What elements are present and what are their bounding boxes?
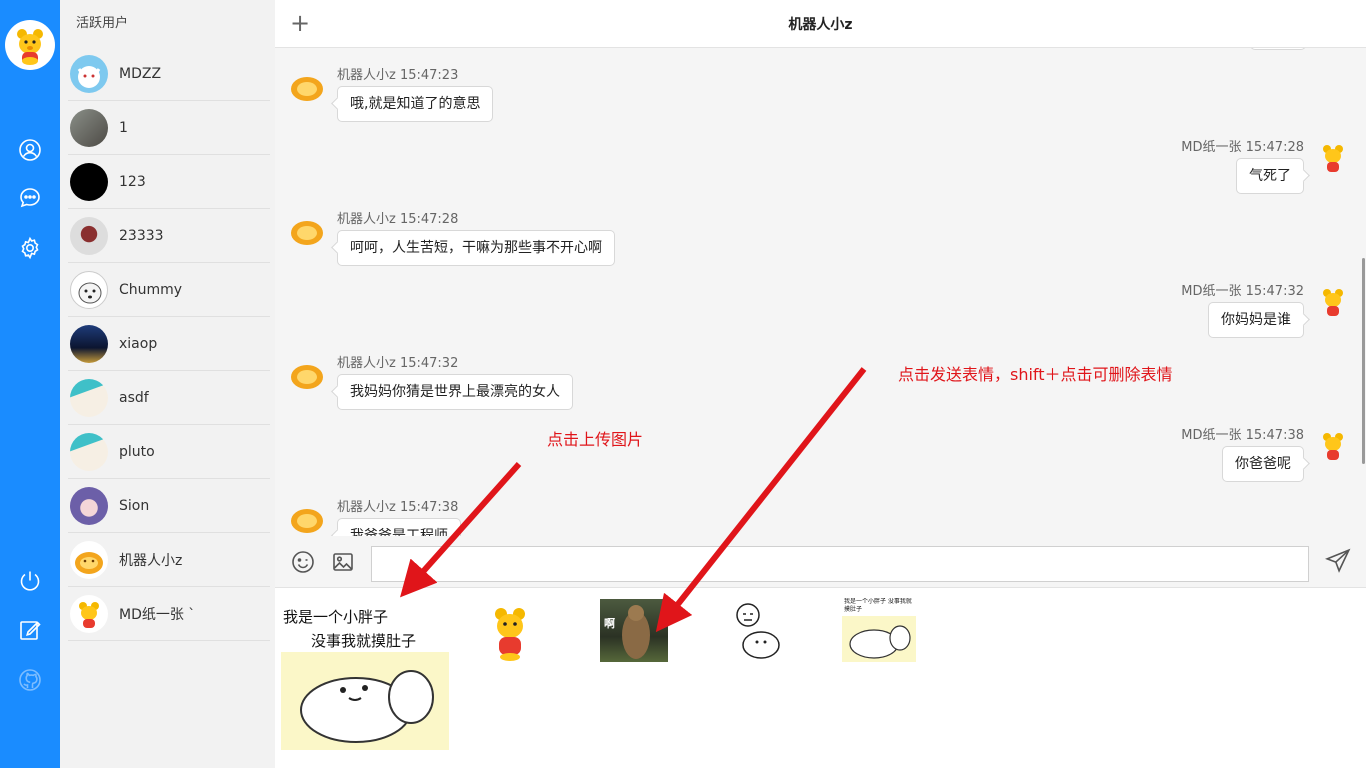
user-name: 123 (119, 173, 146, 190)
avatar (70, 594, 108, 633)
message-input[interactable] (371, 546, 1309, 582)
message-bubble[interactable]: 我爸爸是工程师 (337, 518, 461, 536)
my-avatar[interactable] (5, 20, 55, 70)
user-item-asdf[interactable]: asdf (68, 371, 270, 425)
user-name: asdf (119, 389, 149, 406)
message-bubble[interactable]: 呵呵，人生苦短，干嘛为那些事不开心啊 (337, 230, 615, 266)
power-icon[interactable] (15, 566, 45, 596)
user-item-md[interactable]: MD纸一张 ` (68, 587, 270, 641)
user-avatar (1313, 282, 1353, 322)
message-bubble[interactable]: 气死了 (1236, 158, 1304, 194)
sticker-item[interactable] (490, 604, 530, 662)
user-avatar (1313, 426, 1353, 466)
annotation-upload: 点击上传图片 (547, 430, 644, 449)
message-item: 机器人小z 15:47:38 我爸爸是工程师 (337, 496, 461, 536)
user-item-mdzz[interactable]: MDZZ (68, 47, 270, 101)
message-bubble[interactable]: 你妈妈是谁 (1208, 302, 1304, 338)
avatar (70, 216, 108, 255)
sticker-caption: 没事我就摸肚子 (311, 632, 417, 650)
chat-scrollbar[interactable] (1362, 258, 1365, 464)
annotation-send-emoji: 点击发送表情，shift＋点击可删除表情 (898, 365, 1173, 384)
chat-icon[interactable] (15, 183, 45, 213)
message-item: 机器人小z 15:47:23 哦,就是知道了的意思 (337, 64, 494, 122)
user-name: MD纸一张 ` (119, 606, 196, 623)
user-list-panel: 活跃用户 MDZZ 1 123 23333 Chummy xiaop asdf … (60, 0, 275, 768)
sticker-panel: 我是一个小胖子 没事我就摸肚子 啊 我是一个小胖子 没事我就摸肚子 (275, 588, 1366, 768)
message-meta: MD纸一张 15:47:38 (1181, 428, 1304, 443)
avatar (70, 162, 108, 201)
message-meta: MD纸一张 15:47:28 (1181, 140, 1304, 155)
settings-icon[interactable] (15, 233, 45, 263)
sticker-item[interactable]: 我是一个小胖子 没事我就摸肚子 (281, 602, 449, 750)
sticker-item[interactable]: 我是一个小胖子 没事我就摸肚子 (842, 598, 916, 662)
avatar (70, 432, 108, 471)
message-item: MD纸一张 15:47:32 你妈妈是谁 (1181, 280, 1304, 338)
avatar (70, 324, 108, 363)
chat-header: + 机器人小z (275, 0, 1366, 48)
message-bubble[interactable]: 我妈妈你猜是世界上最漂亮的女人 (337, 374, 573, 410)
message-meta: 机器人小z 15:47:23 (337, 68, 459, 83)
partial-bubble (1250, 48, 1306, 50)
avatar (70, 378, 108, 417)
emoji-icon[interactable] (290, 549, 316, 575)
profile-icon[interactable] (15, 135, 45, 165)
sticker-caption: 我是一个小胖子 没事我就摸肚子 (844, 598, 912, 613)
edit-icon[interactable] (15, 615, 45, 645)
message-item: MD纸一张 15:47:38 你爸爸呢 (1181, 424, 1304, 482)
user-name: 23333 (119, 227, 164, 244)
send-icon[interactable] (1324, 548, 1351, 574)
robot-avatar (287, 354, 327, 394)
avatar (70, 540, 108, 579)
avatar (70, 54, 108, 93)
image-upload-icon[interactable] (330, 549, 356, 575)
user-item-123[interactable]: 123 (68, 155, 270, 209)
robot-avatar (287, 66, 327, 106)
github-icon[interactable] (15, 665, 45, 695)
sticker-item[interactable]: 啊 (600, 599, 668, 662)
message-meta: MD纸一张 15:47:32 (1181, 284, 1304, 299)
user-list-title: 活跃用户 (76, 16, 129, 31)
user-name: Sion (119, 497, 150, 514)
user-name: MDZZ (119, 65, 162, 82)
user-avatar (1313, 138, 1353, 178)
user-item-sion[interactable]: Sion (68, 479, 270, 533)
user-name: 机器人小z (119, 552, 183, 569)
composer-toolbar (275, 536, 1366, 588)
user-item-chummy[interactable]: Chummy (68, 263, 270, 317)
sticker-caption: 啊 (604, 617, 615, 630)
chat-title: 机器人小z (788, 17, 853, 33)
avatar (70, 108, 108, 147)
user-name: pluto (119, 443, 155, 460)
avatar (70, 270, 108, 309)
message-meta: 机器人小z 15:47:28 (337, 212, 459, 227)
user-item-1[interactable]: 1 (68, 101, 270, 155)
bear-avatar-icon (17, 29, 43, 65)
sticker-caption: 我是一个小胖子 (283, 608, 389, 626)
message-meta: 机器人小z 15:47:32 (337, 356, 459, 371)
user-name: Chummy (119, 281, 183, 298)
message-list[interactable]: 机器人小z 15:47:23 哦,就是知道了的意思 MD纸一张 15:47:28… (275, 48, 1366, 536)
robot-avatar (287, 210, 327, 250)
robot-avatar (287, 498, 327, 536)
message-item: MD纸一张 15:47:28 气死了 (1181, 136, 1304, 194)
message-meta: 机器人小z 15:47:38 (337, 500, 459, 515)
avatar (70, 486, 108, 525)
user-item-pluto[interactable]: pluto (68, 425, 270, 479)
message-item: 机器人小z 15:47:28 呵呵，人生苦短，干嘛为那些事不开心啊 (337, 208, 615, 266)
user-item-23333[interactable]: 23333 (68, 209, 270, 263)
sticker-item[interactable] (733, 600, 783, 660)
user-name: 1 (119, 119, 128, 136)
user-name: xiaop (119, 335, 158, 352)
user-item-robot[interactable]: 机器人小z (68, 533, 270, 587)
chat-main: + 机器人小z 机器人小z 15:47:23 哦,就是知道了的意思 MD纸一张 … (275, 0, 1366, 768)
message-bubble[interactable]: 你爸爸呢 (1222, 446, 1304, 482)
message-item: 机器人小z 15:47:32 我妈妈你猜是世界上最漂亮的女人 (337, 352, 573, 410)
message-bubble[interactable]: 哦,就是知道了的意思 (337, 86, 494, 122)
user-item-xiaop[interactable]: xiaop (68, 317, 270, 371)
nav-rail (0, 0, 60, 768)
